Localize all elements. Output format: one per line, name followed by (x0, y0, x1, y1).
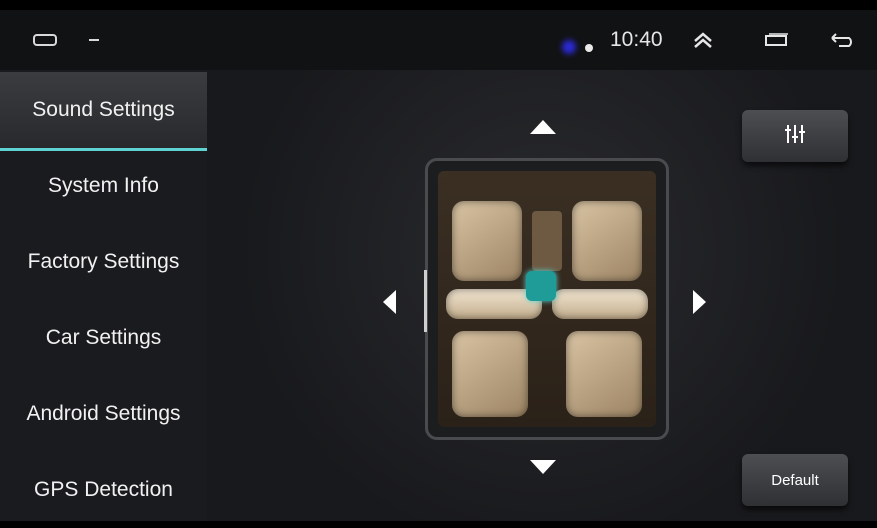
window-icon[interactable] (762, 10, 792, 70)
front-right-seat (572, 201, 642, 281)
sidebar-item-label: Car Settings (45, 326, 162, 349)
balance-left-arrow[interactable] (383, 290, 396, 314)
back-icon[interactable] (828, 10, 858, 70)
sidebar-item-android-settings[interactable]: Android Settings (0, 376, 207, 452)
sidebar-item-sound-settings[interactable]: Sound Settings (0, 72, 207, 151)
sidebar-item-label: GPS Detection (34, 478, 173, 501)
sidebar-item-gps-detection[interactable]: GPS Detection (0, 452, 207, 528)
car-icon (30, 10, 60, 70)
notification-icon (562, 40, 576, 54)
balance-down-arrow[interactable] (530, 460, 556, 474)
equalizer-icon (782, 121, 808, 152)
signal-icon (84, 10, 104, 70)
clock: 10:40 (610, 28, 663, 51)
status-bar: 10:40 (0, 10, 877, 70)
rear-left-seat (452, 331, 528, 417)
balance-position-icon[interactable] (526, 271, 556, 301)
default-button[interactable]: Default (742, 454, 848, 506)
equalizer-button[interactable] (742, 110, 848, 162)
sidebar-item-label: Android Settings (26, 402, 181, 425)
status-dot-icon (585, 44, 593, 52)
settings-sidebar: Sound Settings System Info Factory Setti… (0, 70, 207, 521)
sidebar-item-label: Sound Settings (32, 98, 175, 121)
front-left-seat (452, 201, 522, 281)
sidebar-item-label: Factory Settings (27, 250, 180, 273)
chevron-up-icon[interactable] (688, 10, 718, 70)
rear-right-seat (566, 331, 642, 417)
sidebar-item-system-info[interactable]: System Info (0, 148, 207, 224)
balance-vertical-line (424, 270, 427, 332)
dashboard (448, 173, 646, 195)
balance-right-arrow[interactable] (693, 290, 706, 314)
center-console (532, 211, 562, 271)
sidebar-item-factory-settings[interactable]: Factory Settings (0, 224, 207, 300)
default-button-label: Default (771, 471, 819, 489)
balance-up-arrow[interactable] (530, 120, 556, 134)
middle-right-seat (552, 289, 648, 319)
sidebar-item-label: System Info (48, 174, 159, 197)
sidebar-item-car-settings[interactable]: Car Settings (0, 300, 207, 376)
